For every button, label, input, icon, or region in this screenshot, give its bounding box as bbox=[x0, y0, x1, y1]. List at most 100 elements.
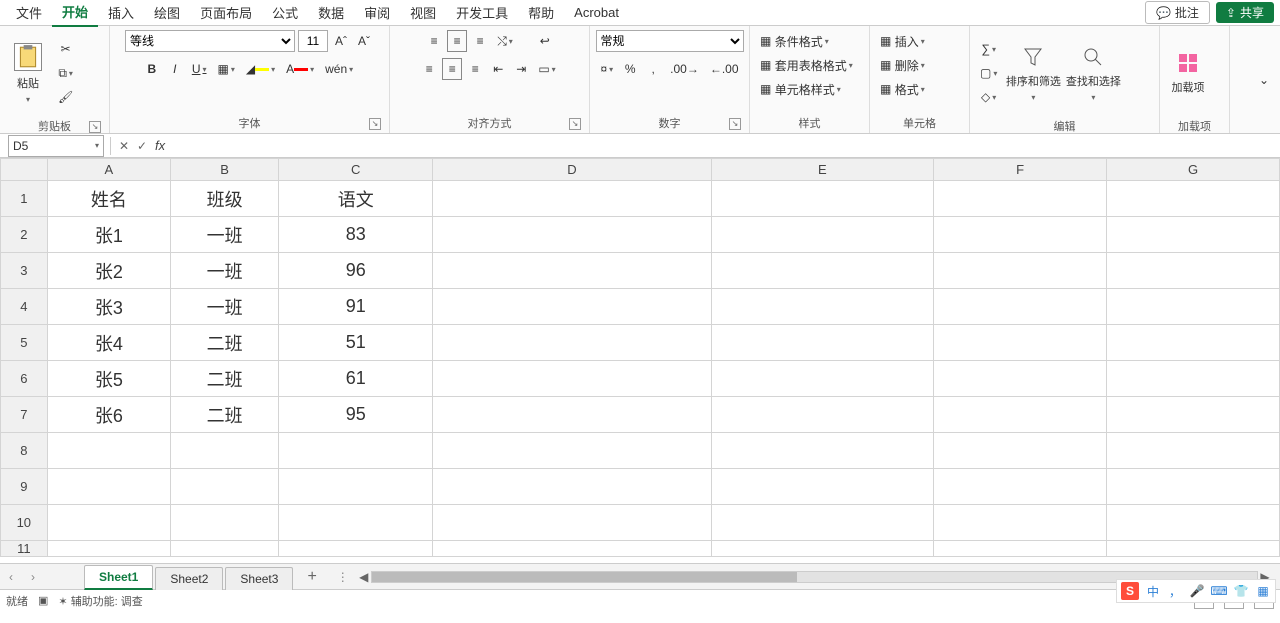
cell-E4[interactable] bbox=[711, 289, 934, 325]
row-header-3[interactable]: 3 bbox=[1, 253, 48, 289]
cell-F10[interactable] bbox=[934, 505, 1107, 541]
ime-keyboard-button[interactable]: ⌨ bbox=[1211, 583, 1227, 599]
ime-skin-button[interactable]: 👕 bbox=[1233, 583, 1249, 599]
cell-D6[interactable] bbox=[433, 361, 711, 397]
worksheet-grid[interactable]: A B C D E F G 1姓名班级语文2张1一班833张2一班964张3一班… bbox=[0, 158, 1280, 563]
conditional-format-button[interactable]: ▦ 条件格式 bbox=[756, 30, 863, 52]
wrap-text-button[interactable]: ↩ bbox=[535, 30, 555, 52]
orientation-button[interactable]: ⤭ bbox=[493, 30, 517, 52]
cell-C2[interactable]: 83 bbox=[279, 217, 433, 253]
enter-formula-button[interactable]: ✓ bbox=[133, 139, 151, 153]
cancel-formula-button[interactable]: ✕ bbox=[115, 139, 133, 153]
chevron-down-icon[interactable]: ▾ bbox=[95, 141, 99, 150]
tab-options-button[interactable]: ⋮ bbox=[337, 570, 349, 584]
dialog-launcher-number[interactable]: ↘ bbox=[729, 118, 741, 130]
cell-B6[interactable]: 二班 bbox=[171, 361, 279, 397]
increase-font-button[interactable]: Aˆ bbox=[331, 30, 351, 52]
comma-button[interactable]: , bbox=[643, 58, 663, 80]
fill-button[interactable]: ▢ bbox=[976, 62, 1001, 84]
menu-view[interactable]: 视图 bbox=[400, 0, 446, 26]
cell-C10[interactable] bbox=[279, 505, 433, 541]
col-header-F[interactable]: F bbox=[934, 159, 1107, 181]
increase-indent-button[interactable]: ⇥ bbox=[511, 58, 531, 80]
cell-A9[interactable] bbox=[47, 469, 170, 505]
cell-A3[interactable]: 张2 bbox=[47, 253, 170, 289]
tab-nav-next[interactable]: › bbox=[22, 570, 44, 584]
cell-E8[interactable] bbox=[711, 433, 934, 469]
dialog-launcher-clipboard[interactable]: ↘ bbox=[89, 121, 101, 133]
bold-button[interactable]: B bbox=[142, 58, 162, 80]
paste-button[interactable]: 粘贴 ▾ bbox=[6, 30, 50, 116]
cell-C4[interactable]: 91 bbox=[279, 289, 433, 325]
menu-data[interactable]: 数据 bbox=[308, 0, 354, 26]
sheet-tab-3[interactable]: Sheet3 bbox=[225, 567, 293, 590]
menu-file[interactable]: 文件 bbox=[6, 0, 52, 26]
cell-C11[interactable] bbox=[279, 541, 433, 557]
cell-C8[interactable] bbox=[279, 433, 433, 469]
cell-D5[interactable] bbox=[433, 325, 711, 361]
cell-B1[interactable]: 班级 bbox=[171, 181, 279, 217]
col-header-E[interactable]: E bbox=[711, 159, 934, 181]
col-header-G[interactable]: G bbox=[1107, 159, 1280, 181]
menu-developer[interactable]: 开发工具 bbox=[446, 0, 518, 26]
cell-E10[interactable] bbox=[711, 505, 934, 541]
cell-B10[interactable] bbox=[171, 505, 279, 541]
sogou-ime-icon[interactable]: S bbox=[1121, 582, 1139, 600]
sheet-tab-1[interactable]: Sheet1 bbox=[84, 565, 153, 590]
cell-A1[interactable]: 姓名 bbox=[47, 181, 170, 217]
cell-G9[interactable] bbox=[1107, 469, 1280, 505]
cell-B5[interactable]: 二班 bbox=[171, 325, 279, 361]
cell-A11[interactable] bbox=[47, 541, 170, 557]
fx-icon[interactable]: fx bbox=[155, 138, 165, 153]
ime-voice-button[interactable]: 🎤 bbox=[1189, 583, 1205, 599]
autosum-button[interactable]: ∑ bbox=[976, 38, 1001, 60]
cell-E11[interactable] bbox=[711, 541, 934, 557]
italic-button[interactable]: I bbox=[165, 58, 185, 80]
cell-F6[interactable] bbox=[934, 361, 1107, 397]
dialog-launcher-alignment[interactable]: ↘ bbox=[569, 118, 581, 130]
cell-D3[interactable] bbox=[433, 253, 711, 289]
row-header-9[interactable]: 9 bbox=[1, 469, 48, 505]
border-button[interactable]: ▦ bbox=[214, 58, 239, 80]
cell-G1[interactable] bbox=[1107, 181, 1280, 217]
font-size-input[interactable] bbox=[298, 30, 328, 52]
font-name-combo[interactable]: 等线 bbox=[125, 30, 295, 52]
copy-button[interactable]: ⧉ bbox=[54, 62, 77, 84]
ime-lang-button[interactable]: 中 bbox=[1145, 583, 1161, 599]
cell-F3[interactable] bbox=[934, 253, 1107, 289]
cell-F8[interactable] bbox=[934, 433, 1107, 469]
menu-insert[interactable]: 插入 bbox=[98, 0, 144, 26]
format-cells-button[interactable]: ▦ 格式 bbox=[876, 78, 963, 100]
row-header-7[interactable]: 7 bbox=[1, 397, 48, 433]
ime-punct-button[interactable]: ， bbox=[1167, 583, 1183, 599]
cell-B2[interactable]: 一班 bbox=[171, 217, 279, 253]
macro-record-icon[interactable]: ▣ bbox=[38, 594, 48, 607]
hscroll-left[interactable]: ◀ bbox=[357, 570, 371, 584]
cell-G6[interactable] bbox=[1107, 361, 1280, 397]
row-header-1[interactable]: 1 bbox=[1, 181, 48, 217]
row-header-5[interactable]: 5 bbox=[1, 325, 48, 361]
underline-button[interactable]: U bbox=[188, 58, 211, 80]
cell-D7[interactable] bbox=[433, 397, 711, 433]
cell-D10[interactable] bbox=[433, 505, 711, 541]
cell-style-button[interactable]: ▦ 单元格样式 bbox=[756, 78, 863, 100]
cell-F2[interactable] bbox=[934, 217, 1107, 253]
col-header-D[interactable]: D bbox=[433, 159, 711, 181]
insert-cells-button[interactable]: ▦ 插入 bbox=[876, 30, 963, 52]
cell-A4[interactable]: 张3 bbox=[47, 289, 170, 325]
cell-E6[interactable] bbox=[711, 361, 934, 397]
cell-B3[interactable]: 一班 bbox=[171, 253, 279, 289]
tab-nav-prev[interactable]: ‹ bbox=[0, 570, 22, 584]
cell-E7[interactable] bbox=[711, 397, 934, 433]
cell-E1[interactable] bbox=[711, 181, 934, 217]
cell-E5[interactable] bbox=[711, 325, 934, 361]
cut-button[interactable]: ✂ bbox=[54, 38, 77, 60]
menu-draw[interactable]: 绘图 bbox=[144, 0, 190, 26]
align-top-button[interactable]: ≡ bbox=[424, 30, 444, 52]
cell-F7[interactable] bbox=[934, 397, 1107, 433]
cell-A2[interactable]: 张1 bbox=[47, 217, 170, 253]
cell-G7[interactable] bbox=[1107, 397, 1280, 433]
select-all-corner[interactable] bbox=[1, 159, 48, 181]
sheet-tab-2[interactable]: Sheet2 bbox=[155, 567, 223, 590]
percent-button[interactable]: % bbox=[620, 58, 640, 80]
